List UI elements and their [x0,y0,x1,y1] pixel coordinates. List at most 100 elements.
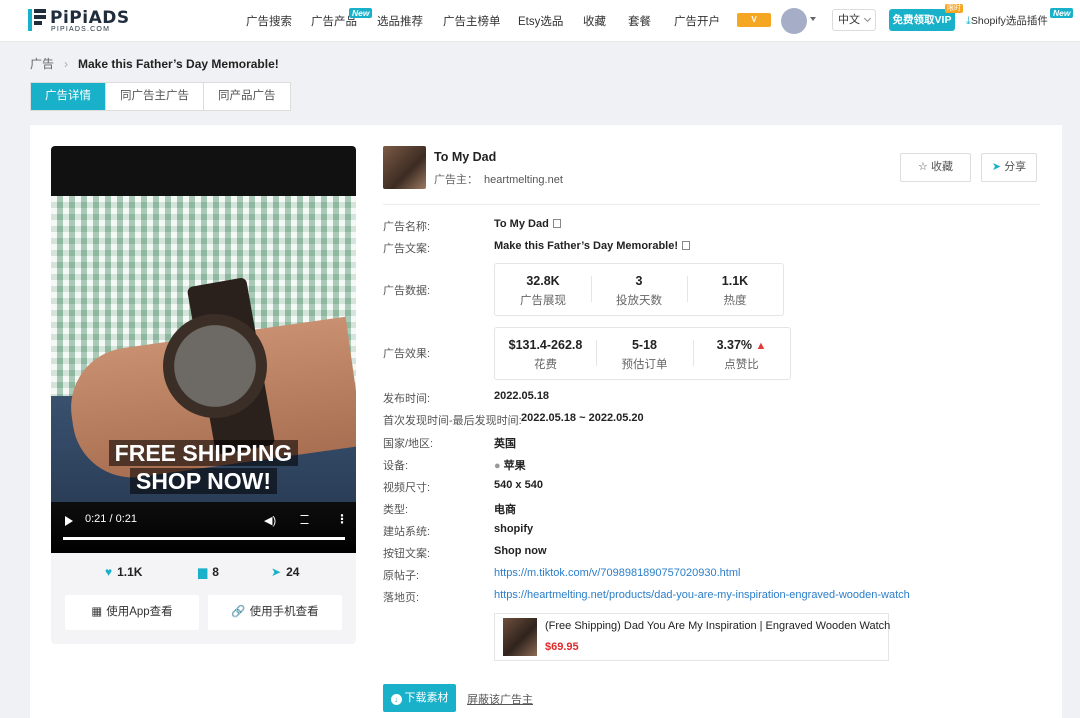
copy-icon[interactable] [552,219,561,228]
metric-days: 3 投放天数 [591,264,687,308]
copy-icon[interactable] [682,241,691,250]
chevron-down-icon[interactable] [810,17,816,21]
video-player[interactable]: FREE SHIPPING SHOP NOW! 0:21 / 0:21 ◀) ⋮ [51,146,356,553]
landing-page-label: 落地页: [383,592,420,604]
new-badge: New [1050,8,1074,18]
metric-caption: 热度 [723,295,747,307]
video-frame: FREE SHIPPING SHOP NOW! [51,196,356,502]
detail-tabs: 广告详情 同广告主广告 同产品广告 [30,82,291,111]
language-value: 中文 [838,14,860,26]
nav-account-opening[interactable]: 广告开户 [674,13,720,29]
metric-caption: 广告展现 [520,295,566,307]
limited-time-badge: 限时 [945,4,963,13]
product-name: (Free Shipping) Dad You Are My Inspirati… [545,620,891,632]
view-in-app-button[interactable]: ▦ 使用App查看 [65,595,199,630]
overlay-text-line2: SHOP NOW! [51,468,356,495]
nav-plans[interactable]: 套餐 [628,13,651,29]
block-advertiser-link[interactable]: 屏蔽该广告主 [467,691,533,707]
shares-stat: ➤ 24 [271,565,299,579]
publish-time-value: 2022.05.18 [494,390,550,402]
download-assets-label: 下载素材 [404,692,449,704]
logo[interactable]: PiPiADS PIPIADS.COM [28,7,129,35]
ad-data-label: 广告数据: [383,285,431,297]
breadcrumb-current: Make this Father’s Day Memorable! [78,57,279,71]
overlay-text: FREE SHIPPING [108,440,299,466]
comments-count: 8 [212,565,219,579]
ad-copy-text: Make this Father’s Day Memorable! [494,240,679,252]
shopify-plugin-link[interactable]: ⤓Shopify选品插件 [966,13,1048,28]
tab-ad-details[interactable]: 广告详情 [31,83,106,110]
video-progress-bar[interactable] [63,537,345,540]
logo-text: PiPiADS [50,8,130,28]
video-time: 0:21 / 0:21 [85,513,137,525]
ad-thumbnail [383,146,426,189]
chevron-right-icon: › [64,57,69,71]
shares-count: 24 [286,565,300,579]
product-card[interactable]: (Free Shipping) Dad You Are My Inspirati… [494,613,891,661]
platform-label: 建站系统: [383,526,431,538]
link-icon: 🔗 [231,606,246,618]
nav-favorites[interactable]: 收藏 [583,13,606,29]
send-icon: ➤ [271,565,282,579]
volume-icon[interactable]: ◀) [264,514,276,527]
comment-icon: ▆ [198,565,208,579]
shopify-plugin-label: Shopify选品插件 [970,15,1048,27]
video-size-label: 视频尺寸: [383,482,431,494]
video-size-value: 540 x 540 [494,479,543,491]
publish-time-label: 发布时间: [383,393,431,405]
tab-same-advertiser[interactable]: 同广告主广告 [106,83,204,110]
qrcode-icon: ▦ [91,606,103,618]
top-header: PiPiADS PIPIADS.COM 广告搜索 广告产品 New 选品推荐 广… [0,0,1080,42]
advertiser-name[interactable]: heartmelting.net [484,174,563,186]
metric-value: $131.4-262.8 [508,338,583,352]
share-label: 分享 [1004,161,1027,173]
favorite-label: 收藏 [930,161,953,173]
view-in-app-label: 使用App查看 [106,606,173,618]
thumbs-up-icon: ▲ [755,340,767,352]
like-ratio-value: 3.37% [716,338,753,352]
landing-page-link[interactable]: https://heartmelting.net/products/dad-yo… [494,589,910,601]
nav-recommend[interactable]: 选品推荐 [377,13,423,29]
ad-name-label: 广告名称: [383,221,431,233]
device-value: ● 苹果 [494,457,526,473]
engagement-stats: ♥ 1.1K ▆ 8 ➤ 24 [51,565,356,585]
chevron-down-icon [863,14,872,23]
breadcrumb-root[interactable]: 广告 [30,57,54,71]
avatar[interactable] [781,8,807,34]
language-select[interactable]: 中文 [832,9,876,31]
overlay-text-line1: FREE SHIPPING [51,440,356,467]
new-badge: New [349,8,373,18]
fullscreen-icon[interactable] [300,515,309,524]
advertiser-label: 广告主： [434,174,478,186]
cta-label: 按钮文案: [383,548,431,560]
original-post-link[interactable]: https://m.tiktok.com/v/70989818907570209… [494,567,740,579]
ad-copy-label: 广告文案: [383,243,431,255]
nav-etsy[interactable]: Etsy选品 [518,13,563,29]
play-icon[interactable] [65,516,73,526]
ad-name-text: To My Dad [494,218,549,230]
ad-effect-box: $131.4-262.8 花费 5-18 预估订单 3.37% ▲ 点赞比 [494,327,791,380]
favorite-button[interactable]: ☆ 收藏 [900,153,971,182]
nav-advertiser-ranking[interactable]: 广告主榜单 [443,13,501,29]
metric-caption: 预估订单 [621,359,668,371]
nav-ad-search[interactable]: 广告搜索 [246,13,292,29]
metric-orders: 5-18 预估订单 [596,328,693,372]
view-on-phone-label: 使用手机查看 [249,606,319,618]
overlay-text: SHOP NOW! [129,468,278,494]
video-controls: 0:21 / 0:21 ◀) ⋮ [51,502,356,553]
tab-same-product[interactable]: 同产品广告 [204,83,290,110]
metric-value: 32.8K [526,274,560,288]
original-post-label: 原帖子: [383,570,420,582]
share-button[interactable]: ➤ 分享 [981,153,1037,182]
metric-value: 3.37% ▲ [693,338,790,352]
breadcrumb: 广告 › Make this Father’s Day Memorable! [30,55,279,72]
device-label: 设备: [383,460,409,472]
view-on-phone-button[interactable]: 🔗 使用手机查看 [208,595,342,630]
download-assets-button[interactable]: ↓ 下载素材 [383,684,456,712]
more-options-icon[interactable]: ⋮ [336,512,348,526]
download-icon: ↓ [390,694,402,705]
likes-stat: ♥ 1.1K [105,565,142,579]
ad-effect-label: 广告效果: [383,348,431,360]
vip-badge[interactable]: V [737,13,771,27]
product-thumbnail [503,618,537,656]
